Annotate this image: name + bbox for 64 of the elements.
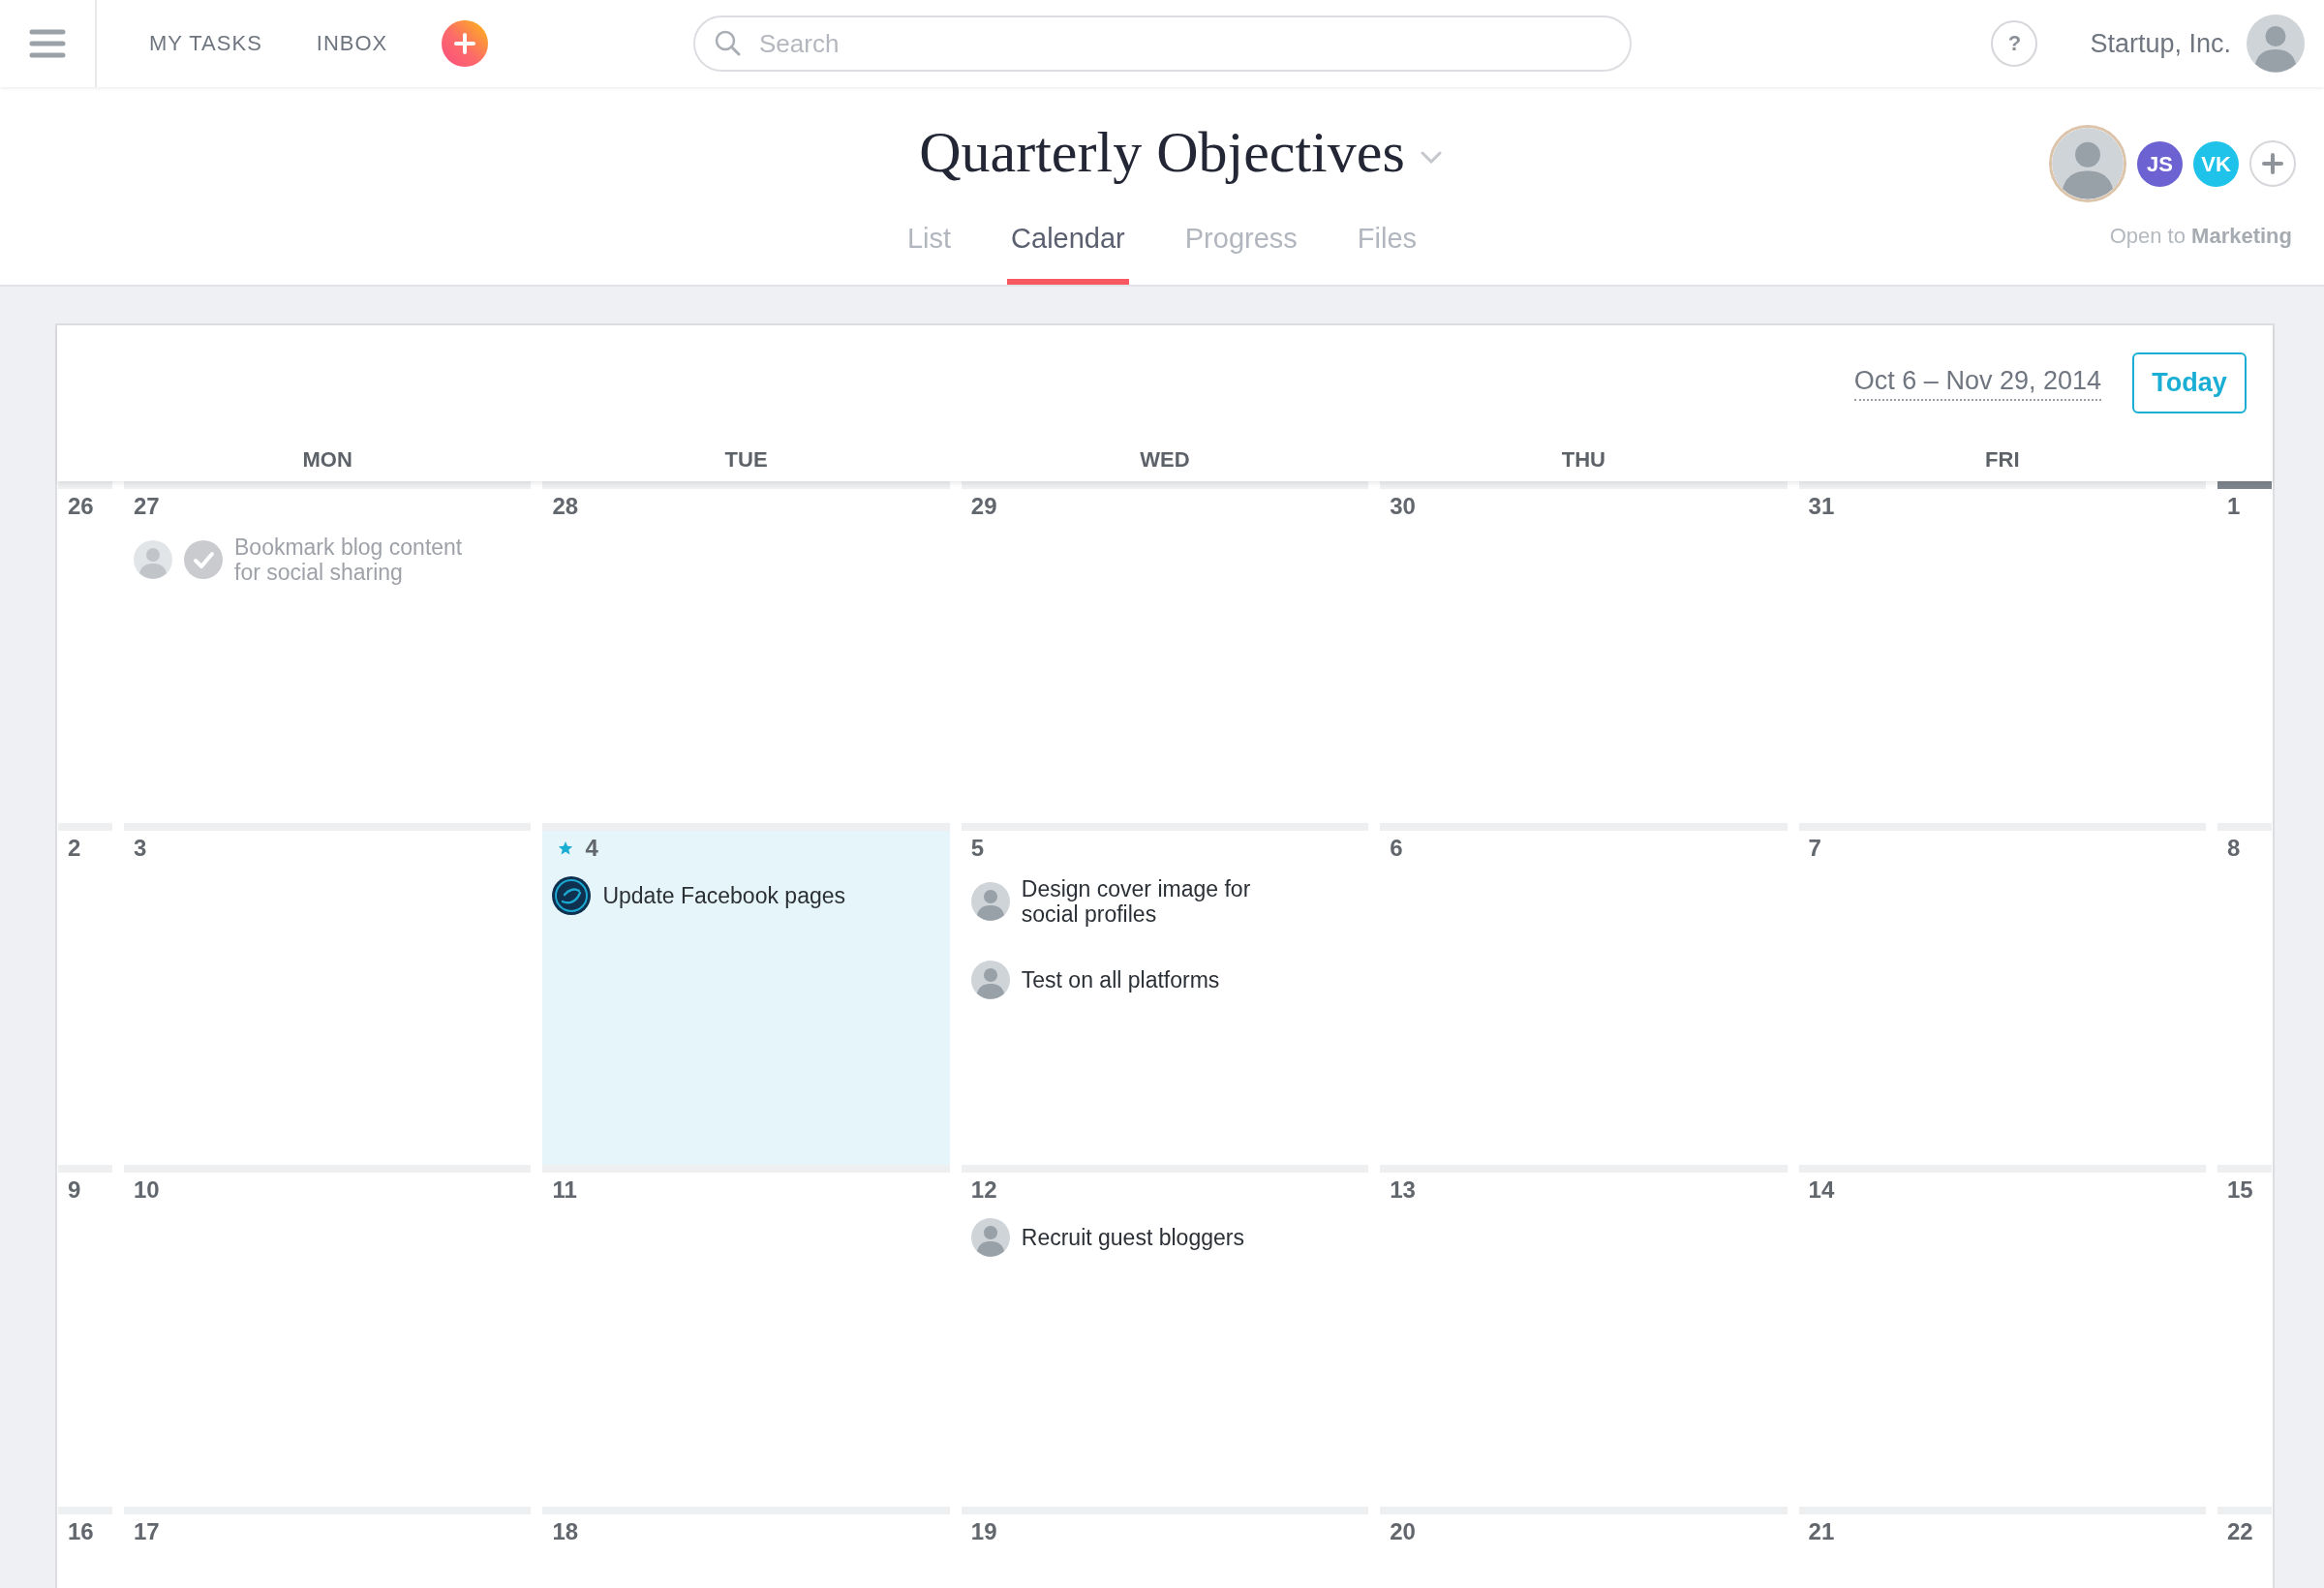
day-number: 17 [134,1517,160,1546]
member-avatar[interactable]: JS [2137,140,2183,187]
weekday-label: TUE [723,446,769,473]
day-number: 30 [1390,492,1416,521]
day-number: 19 [970,1517,997,1546]
avatar-icon[interactable] [2049,125,2126,202]
avatar-icon [134,540,172,579]
day-number: 26 [68,492,94,521]
weekday-label: FRI [1984,446,2021,473]
task-title[interactable]: Design cover image for social profiles [1021,876,1271,927]
day-number: 20 [1390,1517,1416,1546]
day-number: 3 [134,834,147,863]
nav-link[interactable]: INBOX [316,31,388,56]
day-number: 9 [68,1176,81,1205]
day-number: 15 [2227,1176,2253,1205]
task-title[interactable]: Bookmark blog content for social sharing [234,534,484,585]
avatar-icon [970,961,1010,999]
day-number: 10 [134,1176,160,1205]
day-number: 11 [552,1176,577,1205]
view-tab[interactable]: Calendar [1007,188,1129,285]
task-title[interactable]: Update Facebook pages [602,883,845,908]
weekday-label: THU [1560,446,1606,473]
avatar-icon[interactable] [2247,15,2305,73]
weekday-label: WED [1139,446,1191,473]
day-number: 8 [2227,834,2241,863]
day-number: 22 [2227,1517,2253,1546]
weekday-label: MON [301,446,353,473]
avatar-icon [970,1218,1010,1257]
day-number: 14 [1808,1176,1835,1205]
project-title: Quarterly Objectives [919,119,1405,186]
today-button[interactable]: Today [2132,352,2247,413]
add-member-button[interactable] [2249,140,2296,187]
search-icon [715,30,741,56]
day-number: 16 [68,1517,94,1546]
day-number: 18 [552,1517,579,1546]
task-title[interactable]: Recruit guest bloggers [1021,1225,1244,1250]
sharing-status[interactable]: Open to Marketing [2109,224,2292,249]
chevron-down-icon[interactable] [1420,150,1442,164]
logo-avatar-icon [552,876,592,915]
day-number: 31 [1808,492,1835,521]
help-button[interactable]: ? [1991,20,2038,67]
avatar-icon [970,882,1010,921]
menu-icon[interactable] [29,29,66,58]
plus-icon [454,33,476,54]
nav-link[interactable]: MY TASKS [149,31,262,56]
day-number: 6 [1390,834,1403,863]
task-title[interactable]: Test on all platforms [1021,967,1220,992]
day-number: 12 [970,1176,997,1205]
quick-add-button[interactable] [442,20,489,67]
day-number: 13 [1390,1176,1416,1205]
day-number: 21 [1808,1517,1835,1546]
day-number: 4 [585,834,598,863]
day-number: 7 [1808,834,1821,863]
day-number: 1 [2227,492,2241,521]
day-number: 5 [970,834,985,863]
plus-icon [2262,153,2283,174]
day-number: 29 [970,492,997,521]
day-number: 27 [134,492,160,521]
day-number: 28 [552,492,579,521]
workspace-name[interactable]: Startup, Inc. [2090,28,2231,59]
completed-check-icon[interactable] [184,540,223,579]
date-range-link[interactable]: Oct 6 – Nov 29, 2014 [1853,365,2101,401]
day-number: 2 [68,834,81,863]
search-field[interactable]: Search [693,15,1632,72]
